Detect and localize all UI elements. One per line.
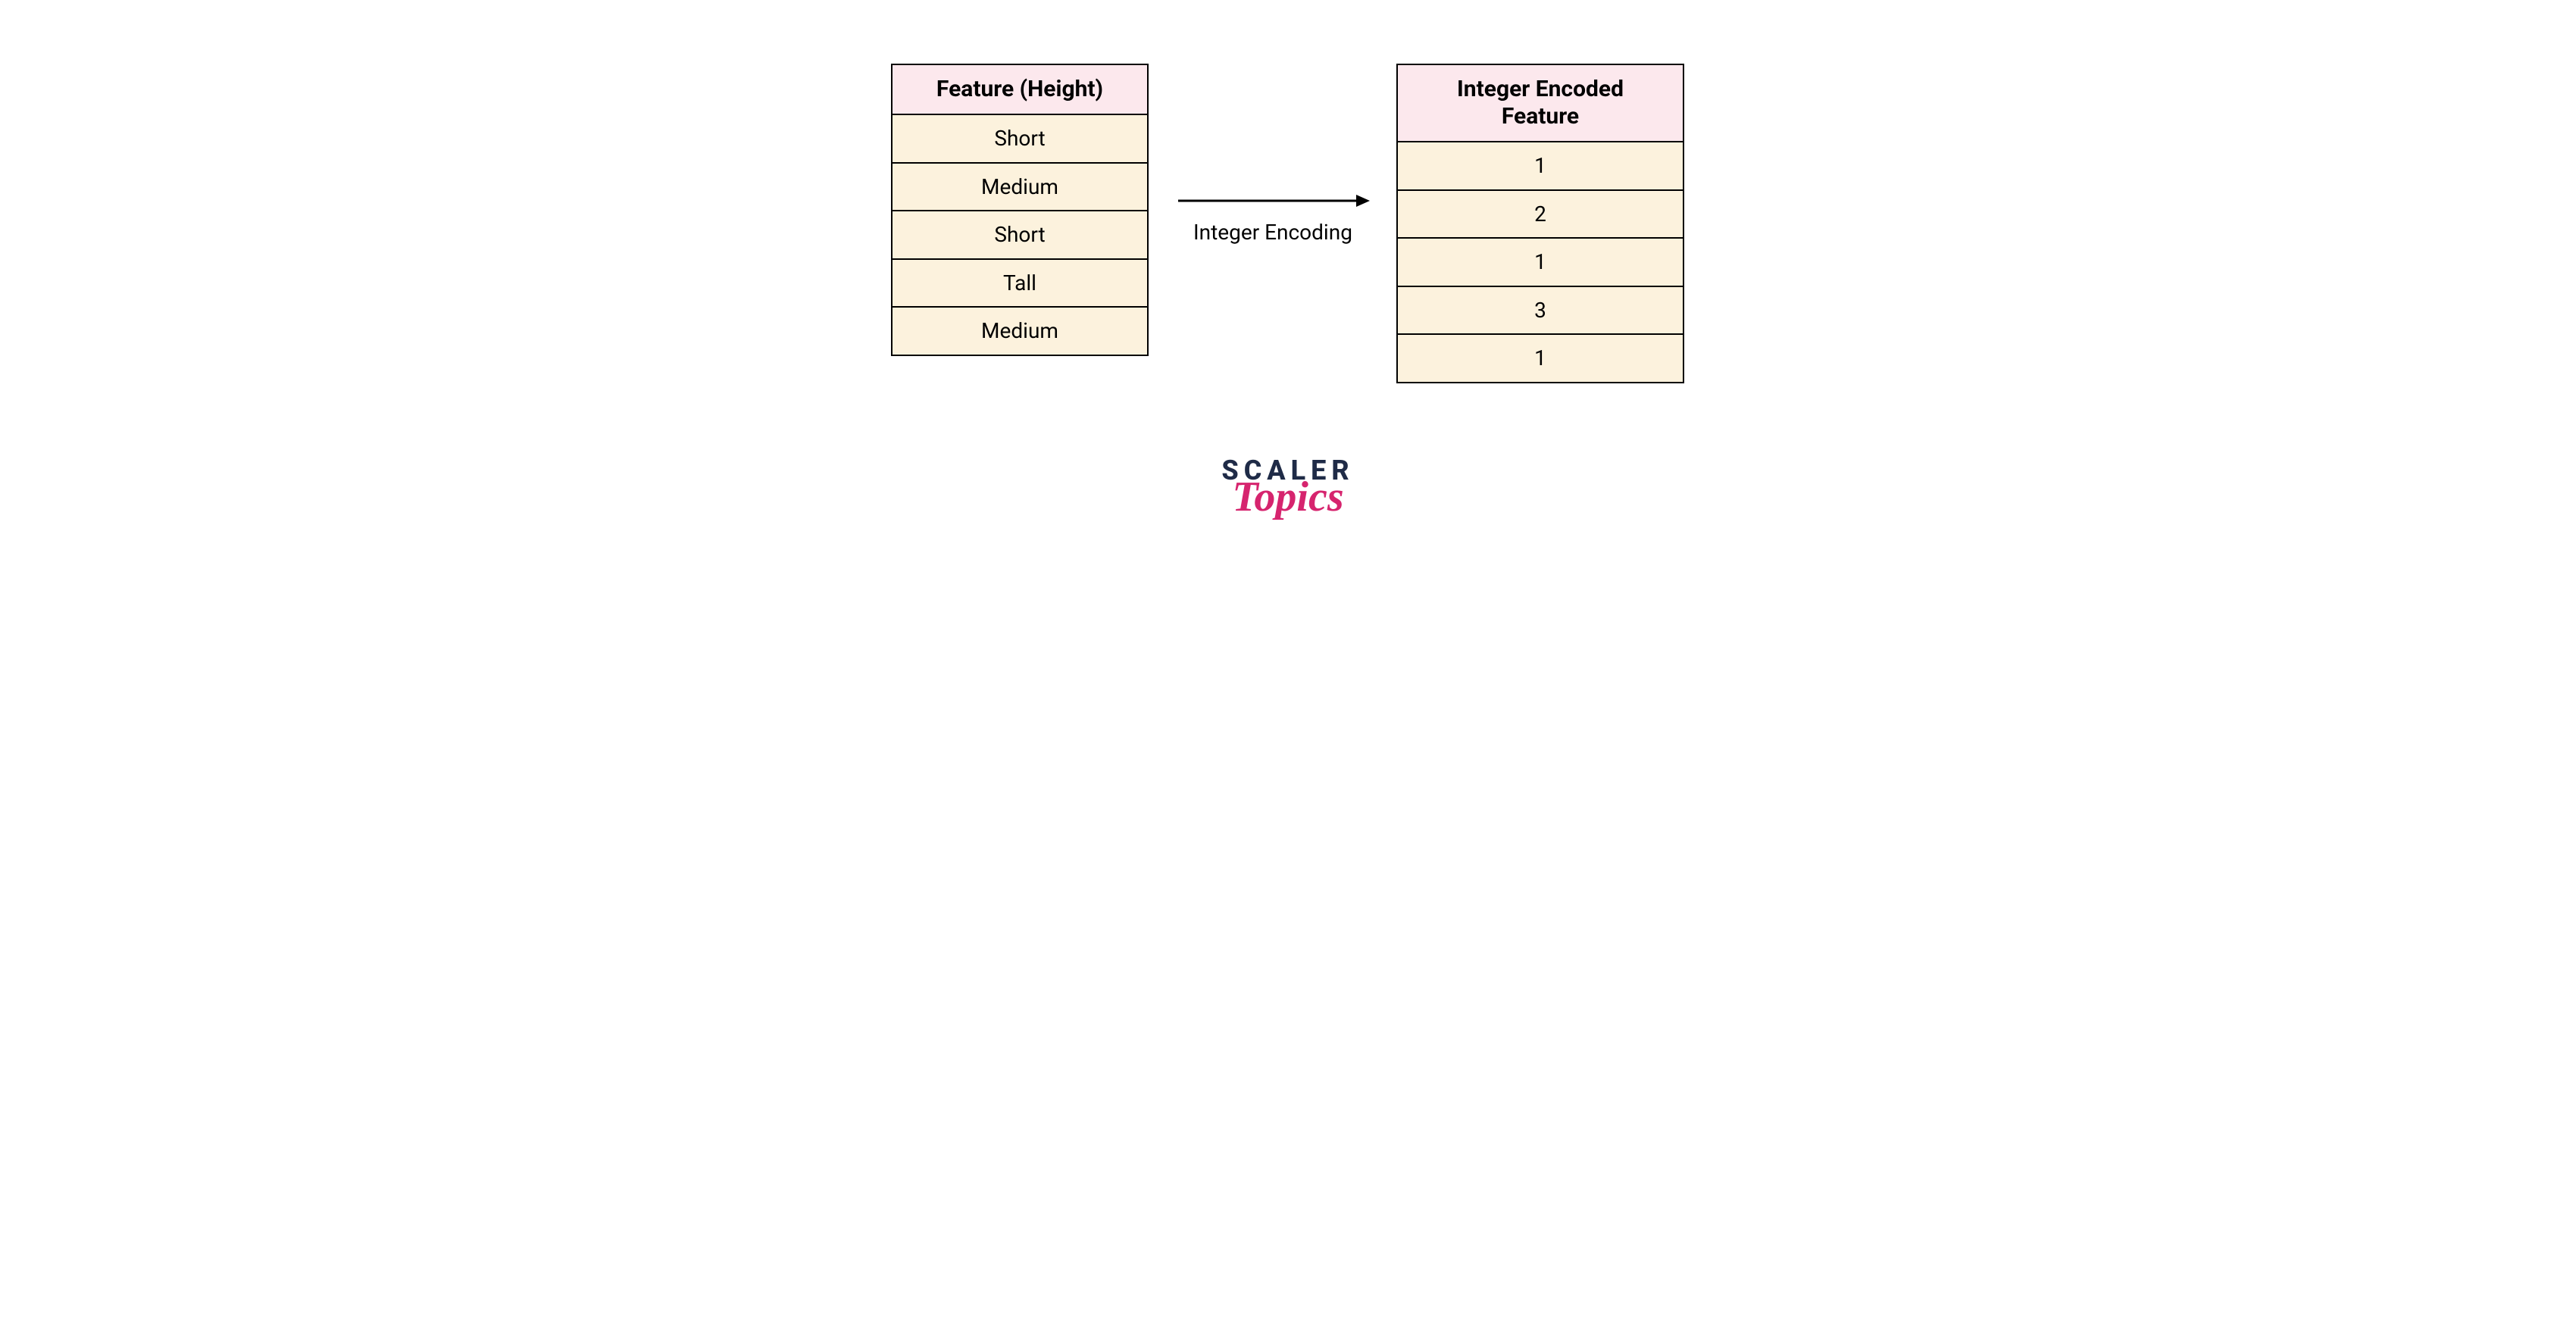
target-cell: 3 <box>1397 286 1683 335</box>
table-header-row: Integer Encoded Feature <box>1397 64 1683 142</box>
arrow-label: Integer Encoding <box>1174 220 1371 245</box>
brand-logo: SCALER Topics <box>720 455 1856 518</box>
table-row: 2 <box>1397 190 1683 239</box>
diagram-canvas: Feature (Height) Short Medium Short Tall… <box>720 0 1856 592</box>
target-header-cell: Integer Encoded Feature <box>1397 64 1683 142</box>
source-feature-table: Feature (Height) Short Medium Short Tall… <box>891 64 1149 356</box>
table-row: Medium <box>892 307 1148 355</box>
brand-line2: Topics <box>720 476 1856 518</box>
target-cell: 2 <box>1397 190 1683 239</box>
arrow-right-icon <box>1174 189 1371 212</box>
table-row: 1 <box>1397 142 1683 190</box>
table-row: 1 <box>1397 334 1683 383</box>
table-row: 1 <box>1397 238 1683 286</box>
table-row: Short <box>892 114 1148 163</box>
encoded-feature-table: Integer Encoded Feature 1 2 1 3 1 <box>1396 64 1684 383</box>
table-row: Short <box>892 211 1148 259</box>
table-header-row: Feature (Height) <box>892 64 1148 114</box>
target-cell: 1 <box>1397 238 1683 286</box>
table-row: Medium <box>892 163 1148 211</box>
source-cell: Medium <box>892 163 1148 211</box>
encoding-arrow-group: Integer Encoding <box>1174 189 1371 245</box>
table-row: Tall <box>892 259 1148 308</box>
table-row: 3 <box>1397 286 1683 335</box>
source-cell: Short <box>892 211 1148 259</box>
source-cell: Tall <box>892 259 1148 308</box>
target-cell: 1 <box>1397 142 1683 190</box>
source-cell: Medium <box>892 307 1148 355</box>
source-cell: Short <box>892 114 1148 163</box>
target-cell: 1 <box>1397 334 1683 383</box>
source-header-cell: Feature (Height) <box>892 64 1148 114</box>
